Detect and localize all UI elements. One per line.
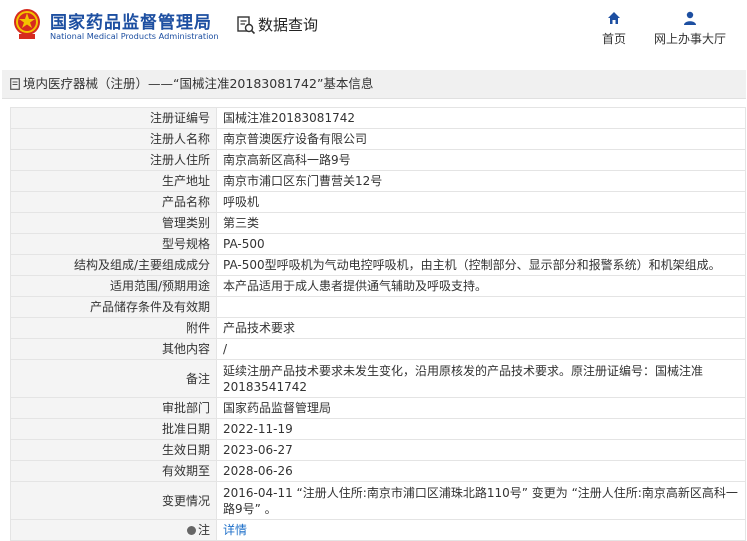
org-name-en: National Medical Products Administration bbox=[50, 31, 219, 41]
table-row: 管理类别 第三类 bbox=[10, 212, 746, 234]
row-label: 有效期至 bbox=[10, 460, 217, 482]
row-value: 产品技术要求 bbox=[216, 317, 746, 339]
row-label: 备注 bbox=[10, 359, 217, 398]
table-row: 备注 延续注册产品技术要求未发生变化，沿用原核发的产品技术要求。原注册证编号：国械… bbox=[10, 359, 746, 398]
row-value: 国家药品监督管理局 bbox=[216, 397, 746, 419]
row-value: 南京高新区高科一路9号 bbox=[216, 149, 746, 171]
row-label: 结构及组成/主要组成成分 bbox=[10, 254, 217, 276]
user-icon bbox=[684, 11, 696, 25]
org-name-cn[interactable]: 国家药品监督管理局 bbox=[50, 8, 212, 33]
device-info-table: 注册证编号 国械注准20183081742 注册人名称 南京普澳医疗设备有限公司 注… bbox=[10, 107, 746, 541]
row-value: 2023-06-27 bbox=[216, 439, 746, 461]
row-label: 变更情况 bbox=[10, 481, 217, 520]
national-emblem-icon bbox=[14, 9, 40, 39]
table-row: 产品储存条件及有效期 bbox=[10, 296, 746, 318]
row-label: 注册人名称 bbox=[10, 128, 217, 150]
table-row: 注 详情 bbox=[10, 519, 746, 541]
row-value: 2028-06-26 bbox=[216, 460, 746, 482]
home-icon bbox=[608, 12, 620, 24]
table-row: 结构及组成/主要组成成分 PA-500型呼吸机为气动电控呼吸机，由主机（控制部分、… bbox=[10, 254, 746, 276]
row-label: 产品储存条件及有效期 bbox=[10, 296, 217, 318]
table-row: 附件 产品技术要求 bbox=[10, 317, 746, 339]
details-link[interactable]: 详情 bbox=[223, 523, 247, 537]
table-row: 其他内容 / bbox=[10, 338, 746, 360]
row-value: 延续注册产品技术要求未发生变化，沿用原核发的产品技术要求。原注册证编号：国械注准… bbox=[216, 359, 746, 398]
row-label-note: 注 bbox=[10, 519, 217, 541]
row-value: PA-500 bbox=[216, 233, 746, 255]
table-row: 产品名称 呼吸机 bbox=[10, 191, 746, 213]
row-label: 生效日期 bbox=[10, 439, 217, 461]
table-row: 注册人住所 南京高新区高科一路9号 bbox=[10, 149, 746, 171]
row-label: 生产地址 bbox=[10, 170, 217, 192]
site-header: 国家药品监督管理局 National Medical Products Admi… bbox=[0, 0, 747, 60]
row-value: 南京普澳医疗设备有限公司 bbox=[216, 128, 746, 150]
row-value: 南京市浦口区东门曹营关12号 bbox=[216, 170, 746, 192]
row-label: 批准日期 bbox=[10, 418, 217, 440]
table-row: 批准日期 2022-11-19 bbox=[10, 418, 746, 440]
table-row: 生产地址 南京市浦口区东门曹营关12号 bbox=[10, 170, 746, 192]
row-value: 2016-04-11 “注册人住所:南京市浦口区浦珠北路110号” 变更为 “注… bbox=[216, 481, 746, 520]
table-row: 生效日期 2023-06-27 bbox=[10, 439, 746, 461]
row-label: 适用范围/预期用途 bbox=[10, 275, 217, 297]
row-value: 本产品适用于成人患者提供通气辅助及呼吸支持。 bbox=[216, 275, 746, 297]
nav-home[interactable]: 首页 bbox=[598, 10, 630, 47]
row-value bbox=[216, 296, 746, 318]
nav-online-hall-label: 网上办事大厅 bbox=[653, 32, 726, 46]
row-label: 附件 bbox=[10, 317, 217, 339]
breadcrumb-text: 境内医疗器械（注册）——“国械注准20183081742”基本信息 bbox=[23, 76, 374, 91]
row-value: 国械注准20183081742 bbox=[216, 107, 746, 129]
nav-home-label: 首页 bbox=[601, 32, 626, 46]
table-row: 注册证编号 国械注准20183081742 bbox=[10, 107, 746, 129]
row-label: 审批部门 bbox=[10, 397, 217, 419]
document-icon bbox=[10, 78, 20, 90]
row-label: 注册证编号 bbox=[10, 107, 217, 129]
row-label: 注册人住所 bbox=[10, 149, 217, 171]
row-label: 产品名称 bbox=[10, 191, 217, 213]
row-label: 其他内容 bbox=[10, 338, 217, 360]
table-row: 有效期至 2028-06-26 bbox=[10, 460, 746, 482]
row-value: / bbox=[216, 338, 746, 360]
nav-online-hall[interactable]: 网上办事大厅 bbox=[650, 10, 730, 47]
data-query-icon bbox=[237, 16, 256, 35]
note-label: 注 bbox=[197, 523, 210, 537]
row-label: 型号规格 bbox=[10, 233, 217, 255]
row-label: 管理类别 bbox=[10, 212, 217, 234]
data-query-label[interactable]: 数据查询 bbox=[258, 14, 318, 35]
row-value: PA-500型呼吸机为气动电控呼吸机，由主机（控制部分、显示部分和报警系统）和机… bbox=[216, 254, 746, 276]
breadcrumb: 境内医疗器械（注册）——“国械注准20183081742”基本信息 bbox=[2, 70, 746, 99]
table-row: 注册人名称 南京普澳医疗设备有限公司 bbox=[10, 128, 746, 150]
row-value-note: 详情 bbox=[216, 519, 746, 541]
table-row: 适用范围/预期用途 本产品适用于成人患者提供通气辅助及呼吸支持。 bbox=[10, 275, 746, 297]
table-row: 审批部门 国家药品监督管理局 bbox=[10, 397, 746, 419]
row-value: 2022-11-19 bbox=[216, 418, 746, 440]
table-row: 型号规格 PA-500 bbox=[10, 233, 746, 255]
row-value: 呼吸机 bbox=[216, 191, 746, 213]
row-value: 第三类 bbox=[216, 212, 746, 234]
table-row: 变更情况 2016-04-11 “注册人住所:南京市浦口区浦珠北路110号” 变更… bbox=[10, 481, 746, 520]
